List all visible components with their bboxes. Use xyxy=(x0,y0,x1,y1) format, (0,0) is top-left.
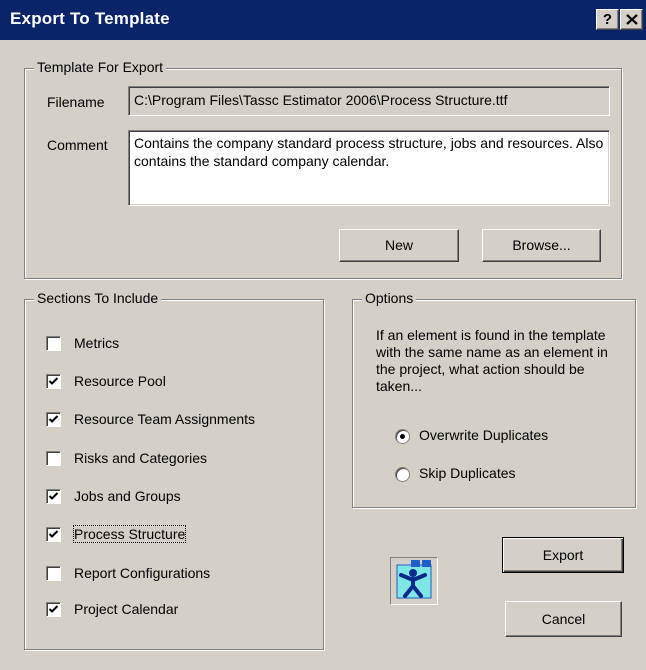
project-calendar-checkbox[interactable] xyxy=(46,602,61,617)
radio-selected-dot xyxy=(400,434,405,439)
check-icon xyxy=(48,377,59,385)
options-group-legend: Options xyxy=(362,290,417,306)
report-configurations-checkbox-row[interactable]: Report Configurations xyxy=(46,564,266,584)
overwrite-duplicates-label: Overwrite Duplicates xyxy=(419,427,549,443)
help-button[interactable]: ? xyxy=(596,9,619,30)
filename-field[interactable]: C:\Program Files\Tassc Estimator 2006\Pr… xyxy=(128,86,610,116)
estimator-person-icon xyxy=(390,557,438,605)
resource-team-assignments-checkbox[interactable] xyxy=(46,412,61,427)
process-structure-checkbox-row[interactable]: Process Structure xyxy=(46,525,226,545)
jobs-and-groups-checkbox-row[interactable]: Jobs and Groups xyxy=(46,487,226,507)
title-bar[interactable]: Export To Template ? xyxy=(0,0,646,40)
export-button[interactable]: Export xyxy=(502,537,624,573)
filename-label: Filename xyxy=(47,94,105,110)
project-calendar-label: Project Calendar xyxy=(74,601,179,617)
overwrite-duplicates-radio-row[interactable]: Overwrite Duplicates xyxy=(395,426,595,446)
resource-team-assignments-checkbox-row[interactable]: Resource Team Assignments xyxy=(46,410,306,430)
dialog-title: Export To Template xyxy=(10,9,170,28)
skip-duplicates-radio[interactable] xyxy=(395,467,410,482)
check-icon xyxy=(48,605,59,613)
project-calendar-checkbox-row[interactable]: Project Calendar xyxy=(46,600,226,620)
jobs-and-groups-checkbox[interactable] xyxy=(46,489,61,504)
comment-label: Comment xyxy=(47,137,108,153)
check-icon xyxy=(48,492,59,500)
resource-pool-label: Resource Pool xyxy=(74,373,166,389)
cancel-button[interactable]: Cancel xyxy=(505,601,622,637)
process-structure-checkbox[interactable] xyxy=(46,527,61,542)
close-icon xyxy=(626,14,638,25)
options-description: If an element is found in the template w… xyxy=(376,327,608,394)
risks-and-categories-checkbox-row[interactable]: Risks and Categories xyxy=(46,449,266,469)
report-configurations-label: Report Configurations xyxy=(74,565,211,581)
metrics-checkbox-row[interactable]: Metrics xyxy=(46,334,166,354)
risks-and-categories-label: Risks and Categories xyxy=(74,450,208,466)
jobs-and-groups-label: Jobs and Groups xyxy=(74,488,181,504)
resource-pool-checkbox-row[interactable]: Resource Pool xyxy=(46,372,206,392)
check-icon xyxy=(48,530,59,538)
report-configurations-checkbox[interactable] xyxy=(46,566,61,581)
metrics-label: Metrics xyxy=(74,335,120,351)
close-button[interactable] xyxy=(620,9,643,30)
browse-button[interactable]: Browse... xyxy=(482,229,601,262)
overwrite-duplicates-radio[interactable] xyxy=(395,429,410,444)
skip-duplicates-label: Skip Duplicates xyxy=(419,465,516,481)
new-button[interactable]: New xyxy=(339,229,459,262)
export-to-template-dialog: Export To Template ? Template For Export… xyxy=(0,0,646,670)
sections-group-legend: Sections To Include xyxy=(34,290,162,306)
template-group-legend: Template For Export xyxy=(34,59,167,75)
metrics-checkbox[interactable] xyxy=(46,336,61,351)
resource-pool-checkbox[interactable] xyxy=(46,374,61,389)
resource-team-assignments-label: Resource Team Assignments xyxy=(74,411,256,427)
check-icon xyxy=(48,415,59,423)
process-structure-label: Process Structure xyxy=(72,525,187,543)
risks-and-categories-checkbox[interactable] xyxy=(46,451,61,466)
skip-duplicates-radio-row[interactable]: Skip Duplicates xyxy=(395,464,555,484)
comment-textarea[interactable]: Contains the company standard process st… xyxy=(128,130,610,206)
